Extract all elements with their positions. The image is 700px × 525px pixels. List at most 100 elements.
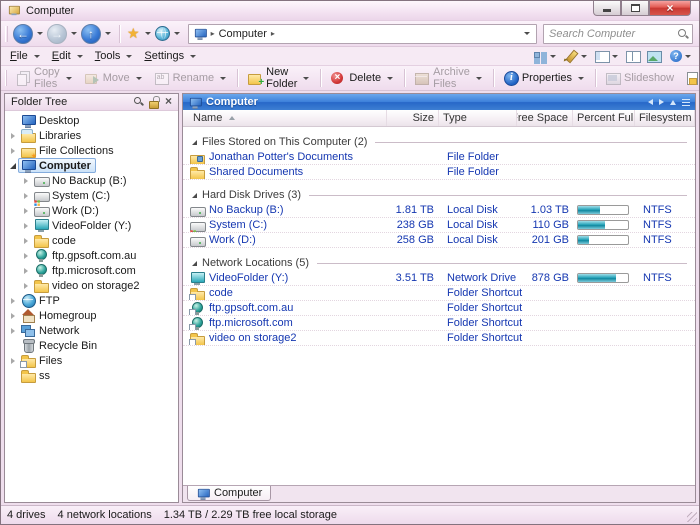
group-header[interactable]: Network Locations (5) (183, 255, 695, 271)
viewer-pane-button[interactable] (644, 48, 664, 65)
tree-item-labelbox[interactable]: code (31, 233, 81, 248)
tree-expander-icon[interactable] (21, 208, 31, 214)
column-header-type[interactable]: Type (439, 110, 517, 126)
dropdown-caret-icon[interactable] (475, 76, 482, 80)
tree-item-files[interactable]: Files (5, 353, 178, 368)
tree-item-labelbox[interactable]: Libraries (18, 128, 86, 143)
tree-item-homegroup[interactable]: Homegroup (5, 308, 178, 323)
tree-expander-icon[interactable] (21, 283, 31, 289)
tree-item-labelbox[interactable]: Network (18, 323, 84, 338)
tree-item-libraries[interactable]: Libraries (5, 128, 178, 143)
tree-item-labelbox[interactable]: Homegroup (18, 308, 101, 323)
menu-tools[interactable]: Tools (90, 48, 140, 65)
back-button[interactable]: ← (13, 23, 33, 44)
tree-item-labelbox[interactable]: Computer (18, 158, 96, 173)
file-row-code[interactable]: code Folder Shortcut (183, 286, 695, 301)
dropdown-caret-icon[interactable] (387, 76, 394, 80)
go-dropdown-icon[interactable] (173, 32, 180, 35)
edit-pen-button[interactable] (561, 48, 591, 65)
dropdown-caret-icon[interactable] (577, 76, 584, 80)
tree-item-computer[interactable]: Computer (5, 158, 178, 173)
delete-button[interactable]: Delete (325, 68, 400, 89)
tree-expander-icon[interactable] (21, 193, 31, 199)
tree-item-labelbox[interactable]: Desktop (18, 113, 84, 128)
tree-expander-icon[interactable] (8, 298, 18, 304)
new-folder-button[interactable]: New Folder (242, 66, 316, 90)
tree-item-labelbox[interactable]: Recycle Bin (18, 338, 102, 353)
tree-item-desktop[interactable]: Desktop (5, 113, 178, 128)
tree-item-labelbox[interactable]: No Backup (B:) (31, 173, 132, 188)
dropdown-caret-icon[interactable] (65, 76, 72, 80)
breadcrumb-separator-icon[interactable]: ▸ (271, 29, 275, 38)
file-row-ftp-gpsoft-com-au[interactable]: ftp.gpsoft.com.au Folder Shortcut (183, 301, 695, 316)
file-panel-header[interactable]: Computer (183, 94, 695, 110)
tree-item-ss[interactable]: ss (5, 368, 178, 383)
menu-settings[interactable]: Settings (139, 48, 203, 65)
tree-item-ftp-microsoft-com[interactable]: ftp.microsoft.com (5, 263, 178, 278)
file-row-system-c-[interactable]: System (C:) 238 GB Local Disk 110 GB NTFS (183, 218, 695, 233)
menu-edit[interactable]: Edit (47, 48, 90, 65)
tree-item-labelbox[interactable]: Work (D:) (31, 203, 104, 218)
tree-item-labelbox[interactable]: File Collections (18, 143, 119, 160)
tree-item-system-c-[interactable]: System (C:) (5, 188, 178, 203)
breadcrumb-dropdown-icon[interactable] (524, 32, 530, 35)
panel-back-icon[interactable] (648, 99, 653, 105)
tree-item-labelbox[interactable]: Files (18, 353, 67, 368)
dropdown-caret-icon[interactable] (612, 54, 618, 58)
up-button[interactable]: ↑ (81, 23, 101, 44)
go-globe-icon[interactable] (154, 26, 170, 41)
file-row-shared-documents[interactable]: Shared Documents File Folder (183, 165, 695, 180)
back-dropdown-icon[interactable] (37, 32, 43, 35)
group-header[interactable]: Files Stored on This Computer (2) (183, 134, 695, 150)
folder-format-button[interactable] (592, 48, 622, 65)
tree-item-labelbox[interactable]: System (C:) (31, 188, 115, 203)
tree-item-work-d-[interactable]: Work (D:) (5, 203, 178, 218)
tree-expander-icon[interactable] (21, 253, 31, 259)
column-header-size[interactable]: Size (387, 110, 439, 126)
tree-item-videofolder-y-[interactable]: VideoFolder (Y:) (5, 218, 178, 233)
tree-item-no-backup-b-[interactable]: No Backup (B:) (5, 173, 178, 188)
tree-item-video-on-storage2[interactable]: video on storage2 (5, 278, 178, 293)
up-dropdown-icon[interactable] (105, 32, 111, 35)
tree-expander-icon[interactable] (21, 268, 31, 274)
resize-grip[interactable] (687, 512, 697, 522)
tree-expander-icon[interactable] (21, 223, 31, 229)
dropdown-caret-icon[interactable] (303, 76, 310, 80)
tree-item-labelbox[interactable]: ftp.gpsoft.com.au (31, 248, 141, 263)
panel-up-icon[interactable] (670, 99, 676, 105)
toolbar-extra-button[interactable] (679, 68, 699, 89)
dropdown-caret-icon[interactable] (76, 54, 83, 58)
file-row-video-on-storage2[interactable]: video on storage2 Folder Shortcut (183, 331, 695, 346)
column-header-name[interactable]: Name (183, 110, 387, 126)
panel-menu-icon[interactable] (682, 98, 690, 106)
tree-item-labelbox[interactable]: ftp.microsoft.com (31, 263, 141, 278)
file-row-ftp-microsoft-com[interactable]: ftp.microsoft.com Folder Shortcut (183, 316, 695, 331)
favorites-star-icon[interactable]: ★ (126, 25, 141, 42)
forward-dropdown-icon[interactable] (71, 32, 77, 35)
tree-item-labelbox[interactable]: ss (18, 368, 55, 383)
tree-close-icon[interactable] (163, 94, 175, 108)
group-collapse-icon[interactable] (192, 260, 197, 266)
tree-expander-icon[interactable] (8, 313, 18, 319)
panel-forward-icon[interactable] (659, 99, 664, 105)
group-header[interactable]: Hard Disk Drives (3) (183, 187, 695, 203)
search-icon[interactable] (677, 28, 689, 40)
view-mode-button[interactable] (530, 48, 560, 65)
group-collapse-icon[interactable] (192, 139, 197, 145)
forward-button[interactable]: → (47, 23, 67, 44)
column-header-free-space[interactable]: Free Space (517, 110, 573, 126)
dropdown-caret-icon[interactable] (581, 54, 587, 58)
titlebar[interactable]: Computer × (1, 1, 699, 21)
minimize-button[interactable] (593, 1, 621, 16)
tree-unlock-icon[interactable] (148, 96, 160, 109)
tree-item-ftp-gpsoft-com-au[interactable]: ftp.gpsoft.com.au (5, 248, 178, 263)
search-input[interactable] (549, 27, 677, 40)
tree-expander-icon[interactable] (8, 163, 18, 169)
tree-search-icon[interactable] (133, 96, 145, 108)
maximize-button[interactable] (621, 1, 649, 16)
file-row-no-backup-b-[interactable]: No Backup (B:) 1.81 TB Local Disk 1.03 TB NT… (183, 203, 695, 218)
tree-item-code[interactable]: code (5, 233, 178, 248)
dual-pane-button[interactable] (623, 48, 643, 65)
file-row-jonathan-potter-s-documents[interactable]: Jonathan Potter's Documents File Folder (183, 150, 695, 165)
file-row-work-d-[interactable]: Work (D:) 258 GB Local Disk 201 GB NTFS (183, 233, 695, 248)
